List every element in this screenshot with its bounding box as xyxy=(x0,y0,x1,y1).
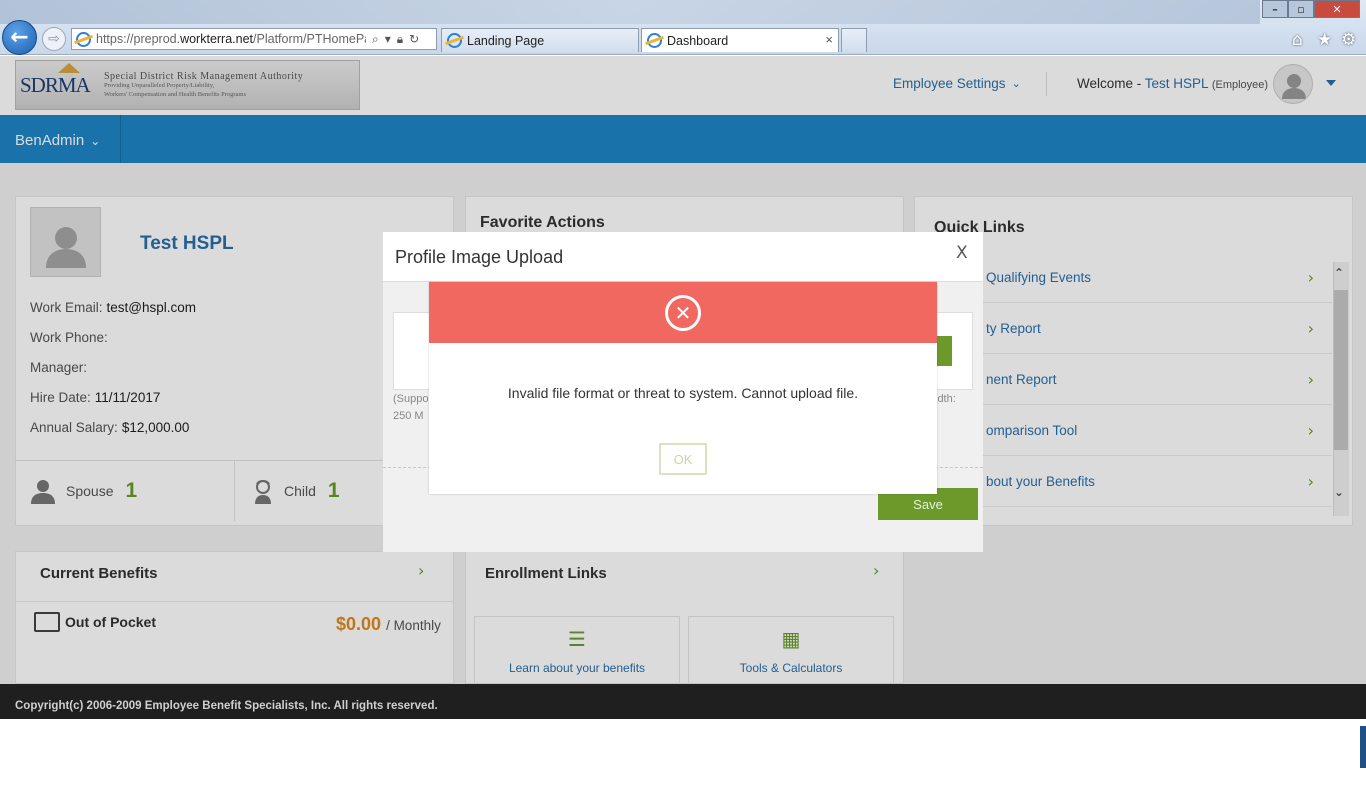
ie-icon xyxy=(76,31,91,47)
tab-label: Landing Page xyxy=(467,33,545,48)
upload-note: idth: xyxy=(935,393,956,405)
modal-backdrop xyxy=(0,115,1366,163)
error-message: Invalid file format or threat to system.… xyxy=(507,385,859,401)
modal-backdrop xyxy=(0,56,1366,115)
modal-title: Profile Image Upload xyxy=(395,247,564,267)
forward-arrow-icon: ⇨ xyxy=(48,31,60,47)
home-icon[interactable]: ⌂ xyxy=(1292,30,1303,50)
tab-landing-page[interactable]: Landing Page xyxy=(441,28,639,52)
close-tab-icon[interactable]: × xyxy=(825,32,833,47)
ok-button[interactable]: OK xyxy=(659,443,707,475)
taskbar-tabs-strip xyxy=(0,0,1260,24)
gear-icon[interactable]: ⚙ xyxy=(1341,30,1356,50)
url-host: https://preprod. xyxy=(96,32,181,46)
search-icon[interactable]: ⌕ xyxy=(372,32,379,47)
upload-note: 250 M xyxy=(393,410,424,422)
new-tab-button[interactable] xyxy=(841,28,867,52)
ie-icon xyxy=(647,33,662,48)
tab-label: Dashboard xyxy=(667,33,729,48)
window-maximize-button[interactable]: ▫ xyxy=(1288,0,1314,18)
lock-icon[interactable]: 🔒︎ xyxy=(397,32,403,47)
dropdown-icon[interactable]: ▾ xyxy=(385,32,391,47)
refresh-icon[interactable]: ↻ xyxy=(409,32,419,47)
window-minimize-button[interactable]: – xyxy=(1262,0,1288,18)
url-text[interactable]: https://preprod.workterra.net/Platform/P… xyxy=(96,32,366,46)
footer-copyright: Copyright(c) 2006-2009 Employee Benefit … xyxy=(15,700,438,712)
back-arrow-icon: ← xyxy=(10,25,29,50)
upload-note: (Suppo xyxy=(393,393,429,405)
favorites-star-icon[interactable]: ★ xyxy=(1317,30,1332,50)
close-icon[interactable]: X xyxy=(956,243,968,263)
url-path: /Platform/PTHomePa xyxy=(253,32,366,46)
window-edge xyxy=(1360,726,1366,768)
address-bar[interactable]: https://preprod.workterra.net/Platform/P… xyxy=(71,28,437,50)
window-close-icon: ✕ xyxy=(1332,2,1342,16)
back-button[interactable]: ← xyxy=(2,20,37,55)
tab-dashboard[interactable]: Dashboard × xyxy=(641,28,839,52)
forward-button[interactable]: ⇨ xyxy=(42,27,66,51)
ie-icon xyxy=(447,33,462,48)
error-circle-x-icon: ✕ xyxy=(665,295,701,331)
window-close-button[interactable]: ✕ xyxy=(1314,0,1360,18)
url-domain: workterra.net xyxy=(180,32,254,46)
